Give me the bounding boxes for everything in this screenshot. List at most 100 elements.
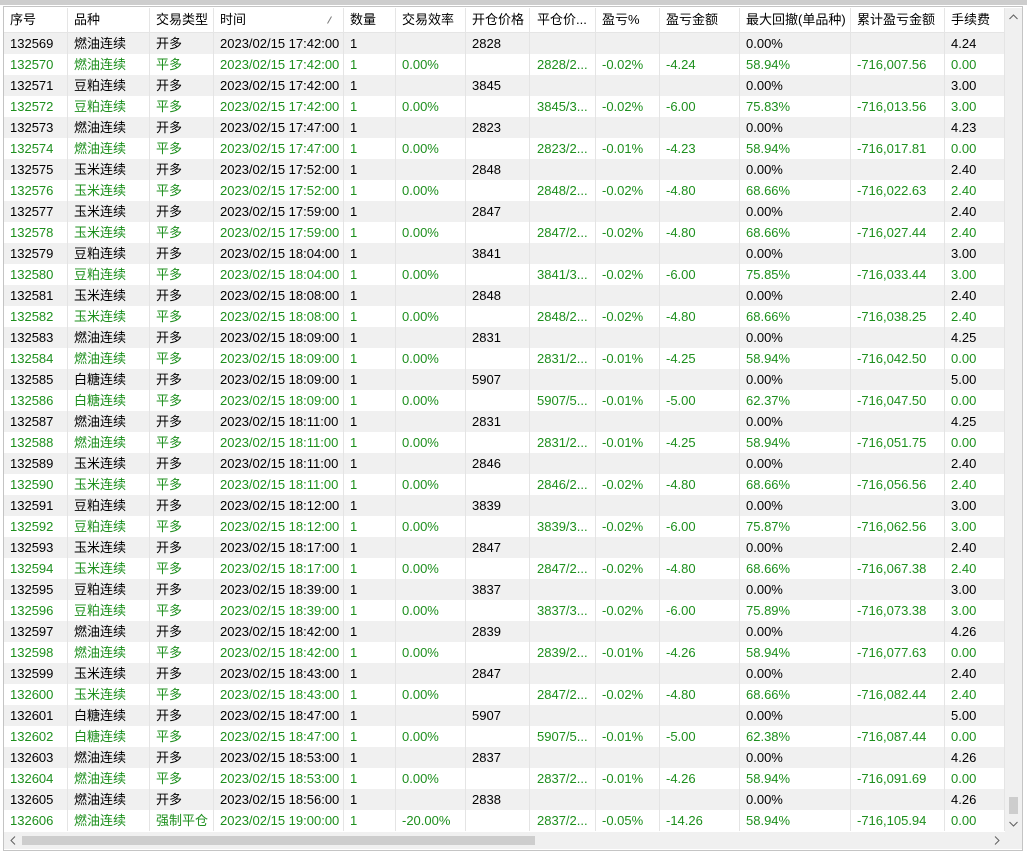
cell-pnl-percent: -0.01% (596, 726, 660, 747)
cell-commission: 0.00 (945, 642, 1005, 663)
column-header-symbol[interactable]: 品种 (68, 8, 150, 32)
cell-time: 2023/02/15 19:00:00 (214, 810, 344, 831)
cell-seq: 132589 (4, 453, 68, 474)
column-header-open-price[interactable]: 开仓价格 (466, 8, 530, 32)
cell-quantity: 1 (344, 432, 396, 453)
cell-trade-type: 开多 (150, 243, 214, 264)
column-header-trade-efficiency[interactable]: 交易效率 (396, 8, 466, 32)
table-row[interactable]: 132580 豆粕连续 平多 2023/02/15 18:04:00 1 0.00% 384… (4, 264, 1005, 285)
column-header-time[interactable]: 时间 (214, 8, 344, 32)
table-row[interactable]: 132578 玉米连续 平多 2023/02/15 17:59:00 1 0.00% 284… (4, 222, 1005, 243)
cell-commission: 5.00 (945, 705, 1005, 726)
scroll-right-button[interactable] (988, 832, 1005, 849)
cell-trade-type: 开多 (150, 705, 214, 726)
table-row[interactable]: 132598 燃油连续 平多 2023/02/15 18:42:00 1 0.00% 283… (4, 642, 1005, 663)
cell-close-price: 2831/2... (530, 348, 596, 369)
scroll-down-button[interactable] (1005, 815, 1022, 832)
cell-pnl-amount (660, 453, 740, 474)
cell-max-drawdown: 0.00% (740, 495, 851, 516)
table-row[interactable]: 132603 燃油连续 开多 2023/02/15 18:53:00 1 2837 0.00… (4, 747, 1005, 768)
cell-commission: 2.40 (945, 558, 1005, 579)
chevron-up-icon (1009, 13, 1018, 19)
cell-time: 2023/02/15 18:56:00 (214, 789, 344, 810)
column-header-pnl-percent[interactable]: 盈亏% (596, 8, 660, 32)
cell-open-price: 2848 (466, 159, 530, 180)
cell-trade-type: 平多 (150, 306, 214, 327)
table-row[interactable]: 132601 白糖连续 开多 2023/02/15 18:47:00 1 5907 0.00… (4, 705, 1005, 726)
cell-pnl-percent (596, 33, 660, 54)
table-row[interactable]: 132590 玉米连续 平多 2023/02/15 18:11:00 1 0.00% 284… (4, 474, 1005, 495)
table-row[interactable]: 132588 燃油连续 平多 2023/02/15 18:11:00 1 0.00% 283… (4, 432, 1005, 453)
cell-commission: 0.00 (945, 348, 1005, 369)
scroll-left-button[interactable] (4, 832, 21, 849)
table-row[interactable]: 132591 豆粕连续 开多 2023/02/15 18:12:00 1 3839 0.00… (4, 495, 1005, 516)
table-row[interactable]: 132569 燃油连续 开多 2023/02/15 17:42:00 1 2828 0.00… (4, 33, 1005, 54)
table-row[interactable]: 132594 玉米连续 平多 2023/02/15 18:17:00 1 0.00% 284… (4, 558, 1005, 579)
table-row[interactable]: 132573 燃油连续 开多 2023/02/15 17:47:00 1 2823 0.00… (4, 117, 1005, 138)
table-row[interactable]: 132574 燃油连续 平多 2023/02/15 17:47:00 1 0.00% 282… (4, 138, 1005, 159)
table-row[interactable]: 132570 燃油连续 平多 2023/02/15 17:42:00 1 0.00% 282… (4, 54, 1005, 75)
horizontal-scrollbar[interactable] (4, 832, 1005, 849)
cell-pnl-amount (660, 411, 740, 432)
table-row[interactable]: 132577 玉米连续 开多 2023/02/15 17:59:00 1 2847 0.00… (4, 201, 1005, 222)
column-header-cumulative-pnl[interactable]: 累计盈亏金额 (851, 8, 945, 32)
table-row[interactable]: 132593 玉米连续 开多 2023/02/15 18:17:00 1 2847 0.00… (4, 537, 1005, 558)
cell-trade-efficiency (396, 369, 466, 390)
cell-seq: 132588 (4, 432, 68, 453)
table-row[interactable]: 132575 玉米连续 开多 2023/02/15 17:52:00 1 2848 0.00… (4, 159, 1005, 180)
table-row[interactable]: 132585 白糖连续 开多 2023/02/15 18:09:00 1 5907 0.00… (4, 369, 1005, 390)
cell-cumulative-pnl: -716,013.56 (851, 96, 945, 117)
table-row[interactable]: 132571 豆粕连续 开多 2023/02/15 17:42:00 1 3845 0.00… (4, 75, 1005, 96)
table-row[interactable]: 132583 燃油连续 开多 2023/02/15 18:09:00 1 2831 0.00… (4, 327, 1005, 348)
column-header-close-price[interactable]: 平仓价... (530, 8, 596, 32)
cell-commission: 0.00 (945, 138, 1005, 159)
cell-trade-efficiency (396, 201, 466, 222)
table-row[interactable]: 132596 豆粕连续 平多 2023/02/15 18:39:00 1 0.00% 383… (4, 600, 1005, 621)
cell-seq: 132580 (4, 264, 68, 285)
table-row[interactable]: 132584 燃油连续 平多 2023/02/15 18:09:00 1 0.00% 283… (4, 348, 1005, 369)
horizontal-scroll-thumb[interactable] (22, 836, 535, 845)
vertical-scrollbar[interactable] (1005, 8, 1022, 832)
table-row[interactable]: 132581 玉米连续 开多 2023/02/15 18:08:00 1 2848 0.00… (4, 285, 1005, 306)
column-header-max-drawdown[interactable]: 最大回撤(单品种) (740, 8, 851, 32)
scroll-up-button[interactable] (1005, 8, 1022, 25)
cell-quantity: 1 (344, 768, 396, 789)
table-row[interactable]: 132606 燃油连续 强制平仓 2023/02/15 19:00:00 1 -20.00… (4, 810, 1005, 831)
cell-cumulative-pnl (851, 747, 945, 768)
column-header-quantity[interactable]: 数量 (344, 8, 396, 32)
cell-open-price (466, 138, 530, 159)
table-row[interactable]: 132595 豆粕连续 开多 2023/02/15 18:39:00 1 3837 0.00… (4, 579, 1005, 600)
table-row[interactable]: 132602 白糖连续 平多 2023/02/15 18:47:00 1 0.00% 590… (4, 726, 1005, 747)
table-row[interactable]: 132579 豆粕连续 开多 2023/02/15 18:04:00 1 3841 0.00… (4, 243, 1005, 264)
cell-cumulative-pnl (851, 621, 945, 642)
cell-close-price: 2823/2... (530, 138, 596, 159)
trade-record-list[interactable]: 序号 品种 交易类型 时间 数量 交易效率 开仓价格 平仓价... 盈亏% 盈亏… (4, 8, 1005, 832)
table-row[interactable]: 132597 燃油连续 开多 2023/02/15 18:42:00 1 2839 0.00… (4, 621, 1005, 642)
table-row[interactable]: 132576 玉米连续 平多 2023/02/15 17:52:00 1 0.00% 284… (4, 180, 1005, 201)
table-row[interactable]: 132572 豆粕连续 平多 2023/02/15 17:42:00 1 0.00% 384… (4, 96, 1005, 117)
cell-seq: 132604 (4, 768, 68, 789)
table-row[interactable]: 132582 玉米连续 平多 2023/02/15 18:08:00 1 0.00% 284… (4, 306, 1005, 327)
table-row[interactable]: 132589 玉米连续 开多 2023/02/15 18:11:00 1 2846 0.00… (4, 453, 1005, 474)
cell-pnl-amount: -4.26 (660, 642, 740, 663)
cell-trade-type: 平多 (150, 432, 214, 453)
cell-cumulative-pnl (851, 159, 945, 180)
cell-pnl-percent: -0.02% (596, 54, 660, 75)
table-row[interactable]: 132586 白糖连续 平多 2023/02/15 18:09:00 1 0.00% 590… (4, 390, 1005, 411)
cell-commission: 0.00 (945, 810, 1005, 831)
cell-max-drawdown: 75.85% (740, 264, 851, 285)
column-header-trade-type[interactable]: 交易类型 (150, 8, 214, 32)
table-row[interactable]: 132605 燃油连续 开多 2023/02/15 18:56:00 1 2838 0.00… (4, 789, 1005, 810)
cell-trade-efficiency (396, 747, 466, 768)
table-row[interactable]: 132600 玉米连续 平多 2023/02/15 18:43:00 1 0.00% 284… (4, 684, 1005, 705)
cell-trade-efficiency: 0.00% (396, 558, 466, 579)
table-row[interactable]: 132587 燃油连续 开多 2023/02/15 18:11:00 1 2831 0.00… (4, 411, 1005, 432)
column-header-commission[interactable]: 手续费 (945, 8, 1005, 32)
column-header-pnl-amount[interactable]: 盈亏金额 (660, 8, 740, 32)
table-row[interactable]: 132592 豆粕连续 平多 2023/02/15 18:12:00 1 0.00% 383… (4, 516, 1005, 537)
table-row[interactable]: 132599 玉米连续 开多 2023/02/15 18:43:00 1 2847 0.00… (4, 663, 1005, 684)
chevron-right-icon (994, 836, 1000, 845)
vertical-scroll-thumb[interactable] (1009, 797, 1018, 814)
column-header-seq[interactable]: 序号 (4, 8, 68, 32)
table-row[interactable]: 132604 燃油连续 平多 2023/02/15 18:53:00 1 0.00% 283… (4, 768, 1005, 789)
